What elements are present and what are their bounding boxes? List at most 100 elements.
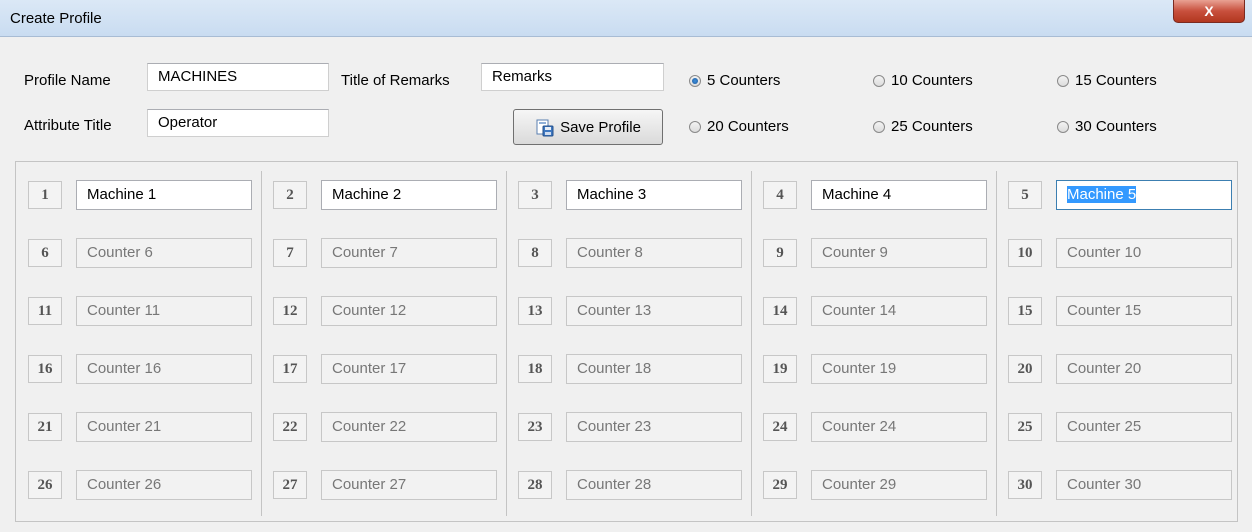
counter-name-input[interactable]: Counter 14 — [811, 296, 987, 326]
counter-name-input[interactable]: Counter 12 — [321, 296, 497, 326]
radio-10-counters[interactable]: 10 Counters — [873, 72, 973, 89]
radio-icon — [1057, 74, 1069, 87]
counter-number: 13 — [518, 297, 552, 325]
counter-name-text: Counter 8 — [577, 244, 643, 261]
counter-name-input[interactable]: Counter 10 — [1056, 238, 1232, 268]
counter-name-text: Counter 24 — [822, 418, 897, 435]
radio-25-counters[interactable]: 25 Counters — [873, 118, 973, 135]
counter-name-text: Machine 5 — [1067, 186, 1137, 203]
counter-name-input[interactable]: Counter 27 — [321, 470, 497, 500]
counter-name-input[interactable]: Counter 21 — [76, 412, 252, 442]
counter-number: 6 — [28, 239, 62, 267]
counter-name-text: Machine 3 — [577, 186, 647, 203]
counter-number: 7 — [273, 239, 307, 267]
counter-name-input[interactable]: Counter 25 — [1056, 412, 1232, 442]
counter-name-input[interactable]: Counter 22 — [321, 412, 497, 442]
counter-name-input[interactable]: Counter 7 — [321, 238, 497, 268]
counters-panel — [15, 161, 1238, 522]
counter-name-input[interactable]: Counter 18 — [566, 354, 742, 384]
counter-number: 20 — [1008, 355, 1042, 383]
counter-name-input[interactable]: Counter 30 — [1056, 470, 1232, 500]
counter-name-text: Counter 27 — [332, 476, 407, 493]
radio-icon — [1057, 120, 1069, 133]
counter-name-input[interactable]: Machine 5 — [1056, 180, 1232, 210]
radio-label: 20 Counters — [707, 118, 789, 135]
counter-name-text: Counter 29 — [822, 476, 897, 493]
radio-label: 10 Counters — [891, 72, 973, 89]
counter-name-input[interactable]: Machine 4 — [811, 180, 987, 210]
counter-name-text: Counter 6 — [87, 244, 153, 261]
counter-number: 27 — [273, 471, 307, 499]
column-divider — [751, 171, 752, 516]
radio-label: 30 Counters — [1075, 118, 1157, 135]
counter-number: 21 — [28, 413, 62, 441]
attribute-title-input[interactable]: Operator — [147, 109, 329, 137]
counter-name-input[interactable]: Counter 16 — [76, 354, 252, 384]
counter-name-text: Counter 12 — [332, 302, 407, 319]
counter-number: 17 — [273, 355, 307, 383]
counter-number: 30 — [1008, 471, 1042, 499]
counter-name-input[interactable]: Counter 29 — [811, 470, 987, 500]
save-profile-button[interactable]: Save Profile — [513, 109, 663, 145]
counter-name-text: Counter 18 — [577, 360, 652, 377]
radio-30-counters[interactable]: 30 Counters — [1057, 118, 1157, 135]
counter-number: 4 — [763, 181, 797, 209]
counter-name-input[interactable]: Counter 11 — [76, 296, 252, 326]
counter-name-text: Counter 20 — [1067, 360, 1142, 377]
remarks-title-input[interactable]: Remarks — [481, 63, 664, 91]
counter-name-text: Counter 11 — [87, 302, 161, 319]
counter-number: 25 — [1008, 413, 1042, 441]
remarks-title-label: Title of Remarks — [341, 72, 450, 89]
counter-name-text: Machine 2 — [332, 186, 402, 203]
counter-number: 16 — [28, 355, 62, 383]
counter-name-input[interactable]: Counter 13 — [566, 296, 742, 326]
counter-number: 29 — [763, 471, 797, 499]
close-button[interactable]: X — [1173, 0, 1245, 23]
counter-name-text: Counter 13 — [577, 302, 652, 319]
window-title: Create Profile — [10, 10, 102, 27]
counter-name-input[interactable]: Machine 2 — [321, 180, 497, 210]
counter-name-input[interactable]: Machine 1 — [76, 180, 252, 210]
counter-name-text: Counter 19 — [822, 360, 897, 377]
close-icon: X — [1204, 3, 1214, 19]
radio-20-counters[interactable]: 20 Counters — [689, 118, 789, 135]
counter-name-input[interactable]: Machine 3 — [566, 180, 742, 210]
counter-name-text: Counter 28 — [577, 476, 652, 493]
radio-5-counters[interactable]: 5 Counters — [689, 72, 780, 89]
counter-number: 12 — [273, 297, 307, 325]
counter-name-input[interactable]: Counter 8 — [566, 238, 742, 268]
counter-number: 22 — [273, 413, 307, 441]
counter-name-input[interactable]: Counter 26 — [76, 470, 252, 500]
counter-name-input[interactable]: Counter 28 — [566, 470, 742, 500]
counter-name-text: Counter 22 — [332, 418, 407, 435]
save-icon — [536, 119, 554, 137]
counter-number: 2 — [273, 181, 307, 209]
column-divider — [506, 171, 507, 516]
counter-name-input[interactable]: Counter 19 — [811, 354, 987, 384]
counter-name-input[interactable]: Counter 9 — [811, 238, 987, 268]
counter-number: 3 — [518, 181, 552, 209]
attribute-title-label: Attribute Title — [24, 117, 112, 134]
counter-name-text: Counter 17 — [332, 360, 407, 377]
profile-name-input[interactable]: MACHINES — [147, 63, 329, 91]
counter-name-text: Counter 15 — [1067, 302, 1142, 319]
counter-name-input[interactable]: Counter 17 — [321, 354, 497, 384]
counter-number: 10 — [1008, 239, 1042, 267]
counter-name-input[interactable]: Counter 15 — [1056, 296, 1232, 326]
counter-name-input[interactable]: Counter 23 — [566, 412, 742, 442]
counter-name-text: Counter 25 — [1067, 418, 1142, 435]
radio-selected-icon — [689, 74, 701, 87]
counter-name-text: Counter 30 — [1067, 476, 1142, 493]
counter-number: 9 — [763, 239, 797, 267]
radio-label: 25 Counters — [891, 118, 973, 135]
column-divider — [996, 171, 997, 516]
counter-number: 14 — [763, 297, 797, 325]
counter-name-input[interactable]: Counter 20 — [1056, 354, 1232, 384]
counter-number: 5 — [1008, 181, 1042, 209]
radio-15-counters[interactable]: 15 Counters — [1057, 72, 1157, 89]
counter-name-input[interactable]: Counter 24 — [811, 412, 987, 442]
counter-name-text: Counter 7 — [332, 244, 398, 261]
radio-icon — [689, 120, 701, 133]
save-profile-label: Save Profile — [560, 118, 641, 136]
counter-name-input[interactable]: Counter 6 — [76, 238, 252, 268]
